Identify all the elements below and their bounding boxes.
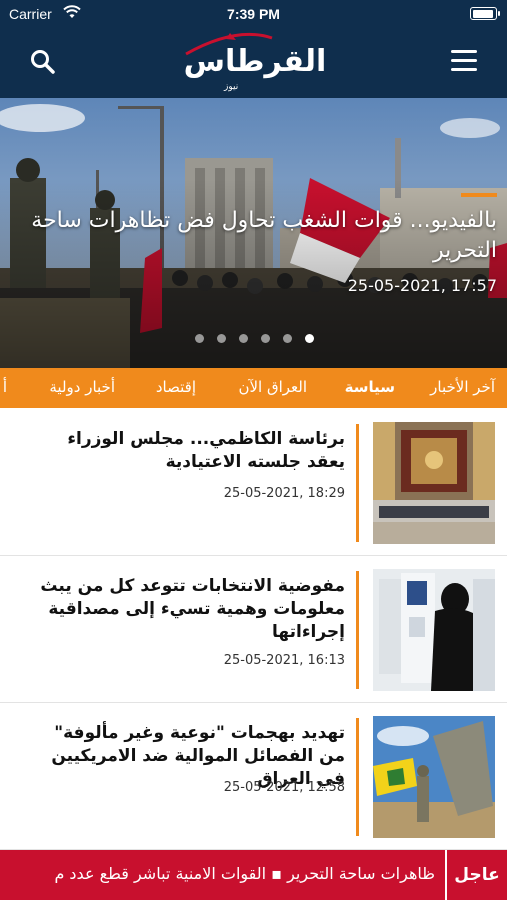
tab-iraq-now[interactable]: العراق الآن [238, 378, 307, 396]
news-thumbnail [373, 716, 495, 838]
news-title[interactable]: برئاسة الكاظمي... مجلس الوزراء يعقد جلست… [25, 428, 345, 474]
category-tabs: آخر الأخبار سياسة العراق الآن إقتصاد أخب… [0, 368, 507, 408]
slider-dot[interactable] [283, 334, 292, 343]
news-accent-bar [356, 424, 359, 542]
featured-slider[interactable]: بالفيديو... قوات الشغب تحاول فض تظاهرات … [0, 98, 507, 368]
hero-accent-bar [461, 193, 497, 197]
hero-title[interactable]: بالفيديو... قوات الشغب تحاول فض تظاهرات … [17, 206, 497, 266]
news-thumbnail [373, 422, 495, 544]
news-image [373, 716, 495, 838]
menu-button[interactable] [451, 50, 477, 72]
app-logo[interactable]: القرطاس نيوز [176, 30, 334, 92]
news-list-item[interactable]: برئاسة الكاظمي... مجلس الوزراء يعقد جلست… [0, 410, 507, 556]
news-list-item[interactable]: تهديد بهجمات "نوعية وغير مألوفة" من الفص… [0, 704, 507, 850]
news-image [373, 569, 495, 691]
ticker-text[interactable]: ظاهرات ساحة التحرير ▪ القوات الامنية تبا… [54, 864, 435, 883]
app-header: Carrier 7:39 PM القرطاس نيوز [0, 0, 507, 98]
slider-dot[interactable] [217, 334, 226, 343]
slider-dot[interactable] [195, 334, 204, 343]
tab-international-news[interactable]: أخبار دولية [49, 378, 115, 396]
status-bar: Carrier 7:39 PM [0, 0, 507, 30]
news-accent-bar [356, 571, 359, 689]
logo-subtext: نيوز [224, 82, 239, 92]
news-date: 25-05-2021, 16:13 [223, 653, 345, 668]
slider-dot[interactable] [261, 334, 270, 343]
battery-icon [470, 7, 500, 20]
news-list-item[interactable]: مفوضية الانتخابات تتوعد كل من يبث معلوما… [0, 557, 507, 703]
tab-latest-news[interactable]: آخر الأخبار [430, 378, 495, 396]
news-image [373, 422, 495, 544]
news-thumbnail [373, 569, 495, 691]
tab-economy[interactable]: إقتصاد [156, 378, 196, 396]
hamburger-menu-icon [451, 50, 477, 53]
logo-text: القرطاس [183, 44, 327, 79]
slider-dot-active[interactable] [305, 334, 314, 343]
breaking-news-ticker[interactable]: ظاهرات ساحة التحرير ▪ القوات الامنية تبا… [0, 850, 507, 900]
tab-politics[interactable]: سياسة [345, 378, 395, 396]
news-date: 25-05-2021, 18:29 [223, 486, 345, 501]
search-icon [31, 50, 55, 74]
news-date: 25-05-2021, 12:58 [223, 780, 345, 795]
hero-date: 25-05-2021, 17:57 [347, 276, 497, 295]
search-button[interactable] [28, 47, 58, 77]
clock: 7:39 PM [227, 6, 280, 22]
news-title[interactable]: مفوضية الانتخابات تتوعد كل من يبث معلوما… [25, 575, 345, 644]
slider-dot[interactable] [239, 334, 248, 343]
news-accent-bar [356, 718, 359, 836]
tab-partial[interactable]: أ [3, 378, 7, 396]
breaking-label: عاجل [445, 850, 507, 900]
